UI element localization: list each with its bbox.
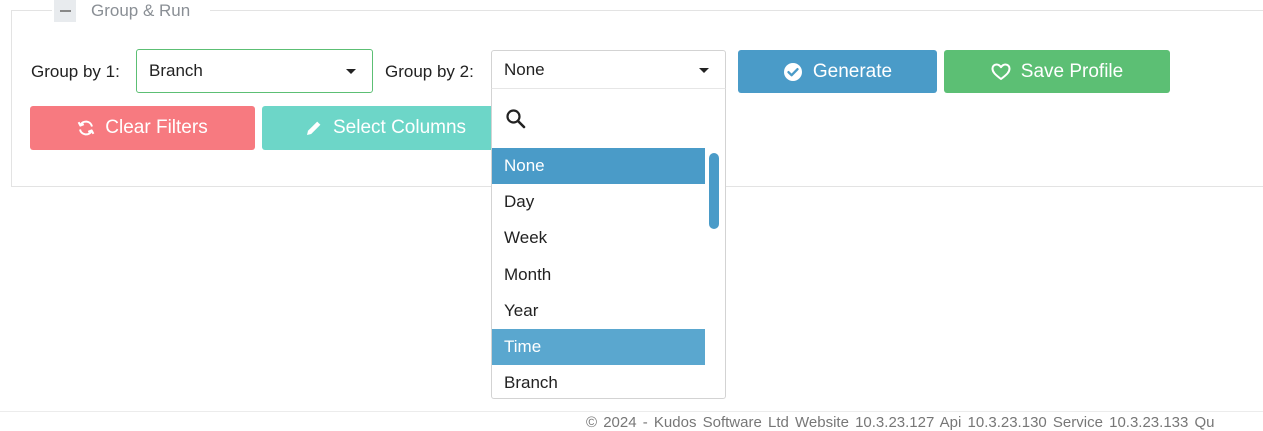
dropdown-option-year[interactable]: Year [492, 293, 705, 329]
footer-text: © 2024 - Kudos Software Ltd Website 10.3… [586, 414, 1215, 431]
generate-label: Generate [812, 60, 893, 82]
search-icon [506, 109, 526, 129]
panel-legend: Group & Run [52, 0, 211, 22]
pencil-icon [307, 121, 321, 135]
refresh-icon [78, 120, 95, 136]
dropdown-option-branch[interactable]: Branch [492, 365, 705, 398]
heart-icon [991, 63, 1011, 80]
footer-divider [0, 411, 1263, 412]
save-profile-button[interactable]: Save Profile [944, 50, 1170, 93]
check-circle-icon [783, 62, 802, 81]
group-by-2-dropdown[interactable]: None Day Week Month Year Time Branch [491, 88, 726, 399]
generate-button[interactable]: Generate [738, 50, 937, 93]
dropdown-option-week[interactable]: Week [492, 220, 705, 256]
chevron-down-icon [699, 67, 709, 73]
group-by-2-select[interactable]: None [491, 50, 726, 90]
group-by-1-label: Group by 1: [31, 62, 120, 81]
dropdown-option-time[interactable]: Time [492, 328, 705, 366]
group-by-2-label: Group by 2: [385, 62, 474, 81]
dropdown-option-none[interactable]: None [492, 148, 705, 185]
collapse-icon[interactable] [54, 0, 76, 22]
select-columns-button[interactable]: Select Columns [262, 106, 491, 150]
clear-filters-button[interactable]: Clear Filters [30, 106, 255, 150]
save-profile-label: Save Profile [1020, 60, 1124, 82]
group-by-2-value: None [504, 60, 545, 79]
group-by-1-value: Branch [149, 61, 203, 80]
panel-title: Group & Run [91, 1, 191, 20]
dropdown-scrollbar[interactable] [709, 153, 719, 229]
dropdown-options: None Day Week Month Year Time Branch [492, 148, 705, 398]
group-by-1-select[interactable]: Branch [136, 49, 373, 93]
dropdown-option-month[interactable]: Month [492, 257, 705, 293]
dropdown-search-field[interactable] [505, 108, 527, 135]
dropdown-option-day[interactable]: Day [492, 184, 705, 220]
select-columns-label: Select Columns [333, 117, 467, 138]
chevron-down-icon [346, 68, 356, 74]
clear-filters-label: Clear Filters [105, 117, 208, 138]
